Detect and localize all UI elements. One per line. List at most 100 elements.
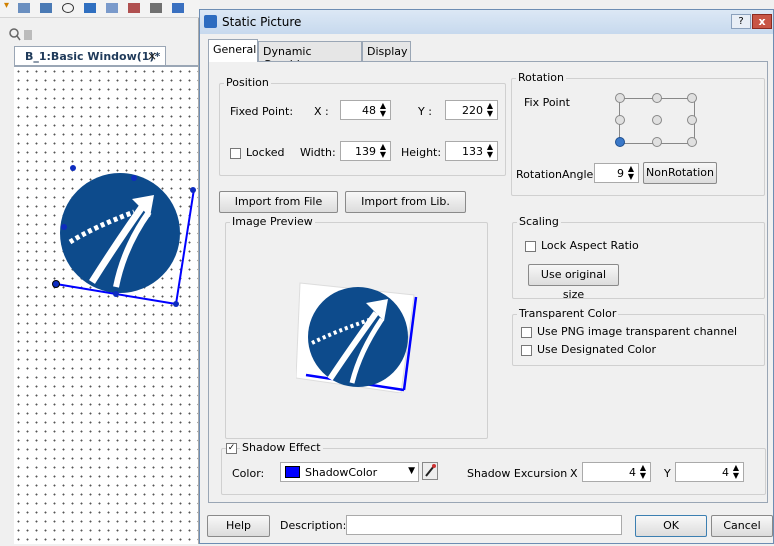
y-label: Y : — [418, 105, 432, 118]
document-tab-title: B_1:Basic Window(1)* — [25, 50, 161, 63]
document-tab[interactable]: B_1:Basic Window(1)* × — [14, 46, 166, 65]
width-spinbox[interactable]: 139 ▲ ▼ — [340, 141, 391, 161]
image-preview-label: Image Preview — [230, 215, 315, 228]
shadow-effect-label: Shadow Effect — [240, 441, 323, 454]
png-transparent-label: Use PNG image transparent channel — [537, 325, 738, 338]
spin-updown-icon[interactable]: ▲ ▼ — [626, 165, 636, 181]
image-preview — [296, 282, 418, 393]
spin-updown-icon[interactable]: ▲ ▼ — [378, 143, 388, 159]
tab-dynamic-graphics[interactable]: Dynamic Graphics — [258, 41, 362, 71]
shadow-y-value: 4 — [722, 466, 729, 479]
fix-point-handle[interactable] — [687, 93, 697, 103]
tab-general[interactable]: General — [208, 39, 258, 62]
lock-aspect-label: Lock Aspect Ratio — [541, 239, 639, 252]
rotation-group-label: Rotation — [516, 71, 567, 84]
design-canvas[interactable] — [14, 65, 198, 544]
lock-aspect-checkbox[interactable] — [525, 241, 536, 252]
color-swatch — [285, 466, 300, 478]
rotation-angle-spinbox[interactable]: 9 ▲ ▼ — [594, 163, 639, 183]
shadow-effect-checkbox[interactable]: ✓ — [226, 443, 237, 454]
cancel-button[interactable]: Cancel — [711, 515, 773, 537]
fix-point-selector[interactable] — [615, 93, 697, 148]
png-transparent-checkbox[interactable] — [521, 327, 532, 338]
fixed-point-label: Fixed Point: — [230, 105, 294, 118]
locked-checkbox[interactable] — [230, 148, 241, 159]
help-button[interactable]: Help — [207, 515, 270, 537]
help-title-button[interactable]: ? — [731, 14, 751, 29]
rotation-angle-label: RotationAngle — [516, 168, 594, 181]
spin-updown-icon[interactable]: ▲ ▼ — [485, 143, 495, 159]
dropdown-arrow-icon[interactable]: ▾ — [4, 0, 16, 11]
import-from-lib-button[interactable]: Import from Lib. — [345, 191, 466, 213]
width-value: 139 — [355, 145, 376, 158]
fix-point-handle[interactable] — [687, 137, 697, 147]
toolbar-tool-icon[interactable] — [18, 3, 30, 13]
toolbar-tool-icon[interactable] — [106, 3, 118, 13]
description-label: Description: — [280, 519, 347, 532]
dialog-title: Static Picture — [222, 15, 302, 29]
transparent-color-label: Transparent Color — [517, 307, 619, 320]
shadow-y-label: Y — [664, 467, 671, 480]
y-value: 220 — [462, 104, 483, 117]
app-icon — [204, 15, 217, 28]
eyedropper-icon[interactable] — [422, 462, 438, 480]
spin-updown-icon[interactable]: ▲ ▼ — [638, 464, 648, 480]
shadow-group: ✓ Shadow Effect Color: ShadowColor ▼ Sha… — [221, 441, 766, 495]
fix-point-handle-selected[interactable] — [615, 137, 625, 147]
toolbar-tool-icon[interactable] — [150, 3, 162, 13]
fix-point-handle[interactable] — [652, 93, 662, 103]
scaling-group: Scaling Lock Aspect Ratio Use original s… — [512, 215, 765, 301]
static-picture-dialog: Static Picture ? x General Dynamic Graph… — [199, 9, 774, 544]
shadow-x-spinbox[interactable]: 4 ▲ ▼ — [582, 462, 651, 482]
shadow-color-select[interactable]: ShadowColor ▼ — [280, 462, 419, 482]
close-button[interactable]: x — [752, 14, 772, 29]
shadow-x-value: 4 — [629, 466, 636, 479]
image-preview-group: Image Preview — [225, 215, 488, 439]
toolbar-tool-icon[interactable] — [62, 3, 74, 13]
x-spinbox[interactable]: 48 ▲ ▼ — [340, 100, 391, 120]
fix-point-handle[interactable] — [652, 137, 662, 147]
editor-pane: B_1:Basic Window(1)* × — [0, 18, 199, 544]
spin-updown-icon[interactable]: ▲ ▼ — [485, 102, 495, 118]
chevron-down-icon[interactable]: ▼ — [408, 466, 415, 476]
height-label: Height: — [401, 146, 442, 159]
y-spinbox[interactable]: 220 ▲ ▼ — [445, 100, 498, 120]
toolbar-tool-icon[interactable] — [84, 3, 96, 13]
import-from-file-button[interactable]: Import from File — [219, 191, 338, 213]
search-icon[interactable] — [6, 26, 34, 42]
toolbar-tool-icon[interactable] — [128, 3, 140, 13]
tab-display[interactable]: Display — [362, 41, 411, 62]
x-value: 48 — [362, 104, 376, 117]
designated-color-checkbox[interactable] — [521, 345, 532, 356]
ok-button[interactable]: OK — [635, 515, 707, 537]
selected-static-picture[interactable] — [14, 67, 198, 546]
scaling-group-label: Scaling — [517, 215, 561, 228]
shadow-x-label: X — [570, 467, 578, 480]
dialog-titlebar[interactable]: Static Picture ? x — [200, 10, 773, 34]
shadow-excursion-label: Shadow Excursion — [467, 467, 568, 480]
close-icon[interactable]: × — [147, 49, 157, 63]
fix-point-handle[interactable] — [652, 115, 662, 125]
shadow-y-spinbox[interactable]: 4 ▲ ▼ — [675, 462, 744, 482]
fix-point-handle[interactable] — [615, 115, 625, 125]
nonrotation-button[interactable]: NonRotation — [643, 162, 717, 184]
toolbar-tool-icon[interactable] — [40, 3, 52, 13]
position-group: Position Fixed Point: X : 48 ▲ ▼ Y : 220 … — [219, 76, 506, 176]
height-value: 133 — [462, 145, 483, 158]
spin-updown-icon[interactable]: ▲ ▼ — [731, 464, 741, 480]
position-group-label: Position — [224, 76, 271, 89]
locked-label: Locked — [246, 146, 285, 159]
fix-point-handle[interactable] — [615, 93, 625, 103]
fix-point-handle[interactable] — [687, 115, 697, 125]
toolbar-tool-icon[interactable] — [172, 3, 184, 13]
spin-updown-icon[interactable]: ▲ ▼ — [378, 102, 388, 118]
fix-point-label: Fix Point — [524, 96, 570, 109]
general-panel: Position Fixed Point: X : 48 ▲ ▼ Y : 220 … — [208, 61, 768, 503]
description-input[interactable] — [346, 515, 622, 535]
height-spinbox[interactable]: 133 ▲ ▼ — [445, 141, 498, 161]
width-label: Width: — [300, 146, 336, 159]
rotation-angle-value: 9 — [617, 167, 624, 180]
editor-toolbar: ▾ — [0, 0, 200, 18]
use-original-size-button[interactable]: Use original size — [528, 264, 619, 301]
rotation-group: Rotation Fix Point RotationAngle 9 ▲ ▼ No… — [511, 71, 765, 196]
